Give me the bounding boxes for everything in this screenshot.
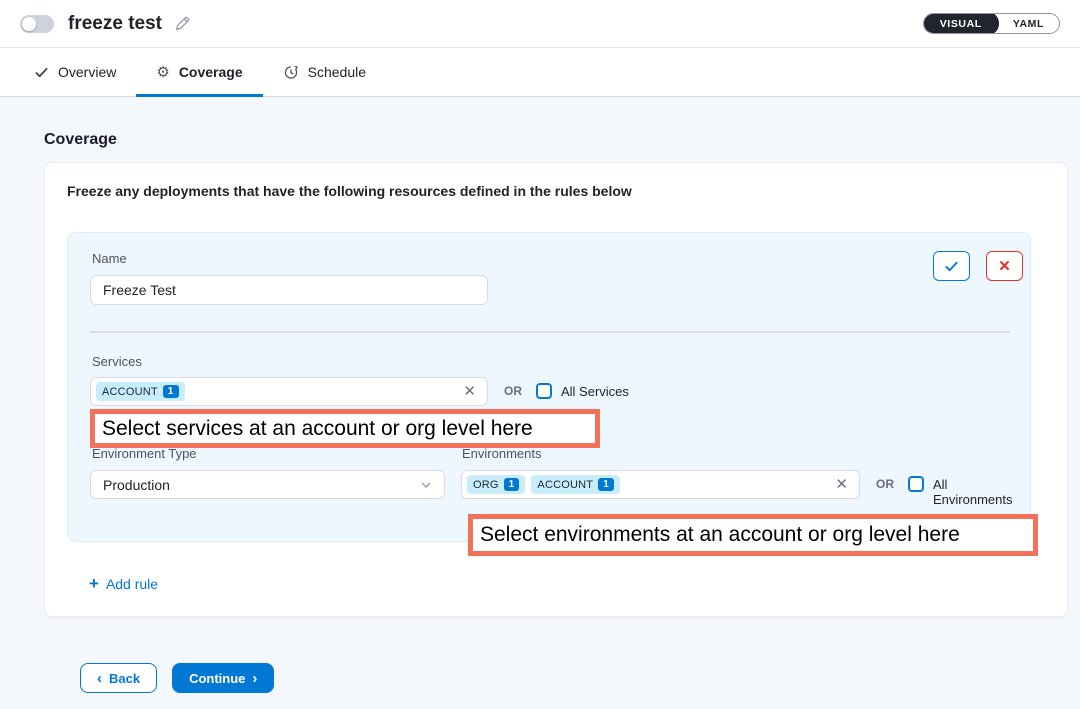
- continue-button-label: Continue: [189, 671, 245, 686]
- schedule-clock-icon: [283, 64, 299, 80]
- rule-divider: [90, 331, 1010, 333]
- freeze-enabled-toggle[interactable]: [20, 15, 54, 33]
- back-button[interactable]: ‹ Back: [80, 663, 157, 693]
- tag-label: ORG: [473, 479, 499, 491]
- section-title: Coverage: [44, 131, 1068, 149]
- environments-label: Environments: [462, 446, 541, 461]
- tab-overview-label: Overview: [58, 64, 116, 80]
- all-services-label: All Services: [561, 384, 629, 399]
- card-intro-text: Freeze any deployments that have the fol…: [67, 183, 1045, 199]
- services-multiselect[interactable]: ACCOUNT 1 ✕: [90, 377, 488, 406]
- delete-rule-button[interactable]: ✕: [986, 251, 1023, 281]
- coverage-card: Freeze any deployments that have the fol…: [44, 162, 1068, 617]
- tag-count-badge: 1: [504, 478, 520, 491]
- confirm-rule-button[interactable]: [933, 251, 970, 281]
- x-icon: ✕: [998, 257, 1011, 275]
- gear-icon: ⚙: [156, 65, 169, 80]
- plus-icon: +: [89, 575, 99, 592]
- top-bar: freeze test VISUAL YAML: [0, 0, 1080, 48]
- wizard-footer: ‹ Back Continue ›: [80, 663, 1068, 693]
- tag-count-badge: 1: [598, 478, 614, 491]
- environments-multiselect[interactable]: ORG 1 ACCOUNT 1 ✕: [461, 470, 860, 499]
- environments-clear-icon[interactable]: ✕: [835, 477, 848, 492]
- tab-schedule[interactable]: Schedule: [263, 48, 386, 96]
- all-environments-label: All Environments: [933, 477, 1030, 507]
- add-rule-button[interactable]: + Add rule: [89, 575, 158, 592]
- freeze-rule-card: Name ✕ Services ACCOUNT 1 ✕ OR All Servi…: [67, 232, 1031, 542]
- all-environments-checkbox[interactable]: [908, 476, 924, 492]
- view-mode-switch: VISUAL YAML: [923, 13, 1060, 34]
- tab-overview[interactable]: Overview: [14, 48, 136, 96]
- environments-or-label: OR: [876, 477, 894, 491]
- tab-bar: Overview ⚙ Coverage Schedule: [0, 48, 1080, 97]
- tab-schedule-label: Schedule: [308, 64, 366, 80]
- services-annotation-callout: Select services at an account or org lev…: [90, 409, 600, 448]
- chevron-right-icon: ›: [252, 671, 257, 686]
- toggle-knob: [22, 17, 36, 31]
- pencil-icon: [174, 15, 191, 32]
- checkmark-icon: [944, 259, 959, 274]
- edit-title-button[interactable]: [174, 15, 191, 32]
- back-button-label: Back: [109, 671, 140, 686]
- all-services-checkbox[interactable]: [536, 383, 552, 399]
- services-or-label: OR: [504, 384, 522, 398]
- coverage-page: Coverage Freeze any deployments that hav…: [0, 131, 1080, 693]
- continue-button[interactable]: Continue ›: [172, 663, 274, 693]
- name-input[interactable]: [90, 275, 488, 305]
- name-label: Name: [92, 251, 127, 266]
- services-clear-icon[interactable]: ✕: [463, 384, 476, 399]
- environment-tag-org[interactable]: ORG 1: [467, 475, 525, 494]
- environments-annotation-callout: Select environments at an account or org…: [468, 514, 1038, 556]
- chevron-left-icon: ‹: [97, 671, 102, 686]
- check-icon: [34, 65, 49, 80]
- chevron-down-icon: [420, 479, 432, 491]
- page-title: freeze test: [68, 13, 162, 35]
- tab-coverage-label: Coverage: [179, 64, 243, 80]
- yaml-mode-button[interactable]: YAML: [998, 13, 1059, 34]
- tag-count-badge: 1: [163, 385, 179, 398]
- add-rule-label: Add rule: [106, 576, 158, 592]
- environment-type-label: Environment Type: [92, 446, 197, 461]
- tag-label: ACCOUNT: [537, 479, 593, 491]
- service-tag-account[interactable]: ACCOUNT 1: [96, 382, 185, 401]
- services-label: Services: [92, 354, 142, 369]
- environment-type-select[interactable]: Production: [90, 470, 445, 499]
- tab-coverage[interactable]: ⚙ Coverage: [136, 48, 262, 96]
- tag-label: ACCOUNT: [102, 386, 158, 398]
- environment-type-value: Production: [103, 477, 170, 493]
- visual-mode-button[interactable]: VISUAL: [923, 13, 999, 34]
- environment-tag-account[interactable]: ACCOUNT 1: [531, 475, 620, 494]
